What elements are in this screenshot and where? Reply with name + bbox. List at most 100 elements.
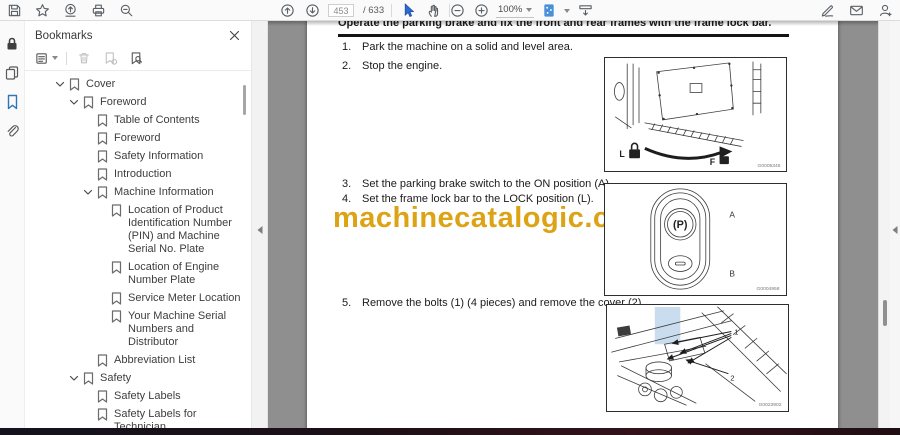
bolts-cover-diagram: 1 2 G0023902 [611, 306, 787, 408]
bookmarks-scrollbar-thumb[interactable] [243, 85, 246, 115]
attachments-panel-button[interactable] [4, 122, 21, 139]
bookmark-label: Location of Product Identification Numbe… [128, 204, 232, 255]
add-bookmark-button[interactable] [101, 49, 119, 67]
bookmark-item-safety-section[interactable]: Safety [25, 370, 251, 388]
bookmark-item-toc[interactable]: Table of Contents [25, 112, 251, 130]
figure-label-a: A [729, 209, 735, 219]
doc-horizontal-rule [338, 34, 789, 37]
bookmark-item-safety-labels[interactable]: Safety Labels [25, 388, 251, 406]
chevron-down-icon[interactable] [55, 79, 65, 90]
page-view-mode-button[interactable] [540, 2, 558, 20]
favorite-button[interactable] [33, 2, 51, 20]
step-number: 5. [342, 297, 352, 309]
search-icon [120, 4, 132, 17]
bookmark-icon [7, 94, 17, 109]
previous-page-icon [280, 4, 294, 17]
collapse-right-panel-handle[interactable] [890, 21, 900, 428]
bookmark-item-safety-information[interactable]: Safety Information [25, 148, 251, 166]
bookmark-icon [97, 186, 108, 199]
sign-button[interactable] [818, 2, 836, 20]
chevron-down-icon[interactable] [83, 187, 93, 198]
figure-id: G0005345 [758, 163, 781, 169]
select-tool-button[interactable] [399, 2, 417, 20]
zoom-in-button[interactable] [472, 2, 490, 20]
step-number: 3. [342, 178, 352, 190]
account-button[interactable] [876, 2, 894, 20]
chevron-down-icon[interactable] [69, 373, 79, 384]
bookmark-icon [97, 408, 108, 421]
hand-tool-button[interactable] [424, 2, 442, 20]
bookmark-label: Safety Labels for Technician [114, 408, 197, 428]
doc-step: 1. Park the machine on a solid and level… [342, 41, 573, 53]
locate-bookmark-button[interactable] [127, 49, 145, 67]
bookmark-item-safety-labels-technician[interactable]: Safety Labels for Technician [25, 406, 251, 428]
previous-page-button[interactable] [278, 2, 296, 20]
bookmark-options-button[interactable] [34, 49, 58, 67]
step-text: Remove the bolts (1) (4 pieces) and remo… [362, 297, 645, 309]
bookmark-label: Cover [86, 78, 116, 90]
pages-panel-button[interactable] [4, 64, 21, 81]
sign-pen-icon [821, 5, 833, 17]
zoom-out-button[interactable] [448, 2, 466, 20]
doc-step: 5. Remove the bolts (1) (4 pieces) and r… [342, 297, 644, 309]
close-panel-button[interactable] [227, 29, 241, 43]
search-button[interactable] [117, 2, 135, 20]
bookmark-label: Safety Information [114, 150, 204, 162]
toolbar-separator [391, 4, 393, 17]
print-button[interactable] [89, 2, 107, 20]
zoom-level-select[interactable]: 100% [496, 3, 535, 18]
delete-bookmark-button[interactable] [75, 49, 93, 67]
bookmark-item-abbreviation-list[interactable]: Abbreviation List [25, 352, 251, 370]
bookmark-item-introduction[interactable]: Introduction [25, 166, 251, 184]
svg-text:(P): (P) [673, 219, 688, 231]
bookmark-item-pin-plate[interactable]: Location of Product Identification Numbe… [25, 202, 251, 259]
pdf-page: Operate the parking brake and fix the fr… [307, 21, 838, 428]
figure-label-free: F [710, 157, 716, 167]
fit-width-button[interactable] [576, 2, 594, 20]
figure-frame-lock-bar: L F G0005345 [604, 57, 787, 172]
bookmarks-panel-button[interactable] [4, 93, 21, 110]
share-button[interactable] [61, 2, 79, 20]
figure-label-2: 2 [730, 374, 734, 383]
chevron-down-icon[interactable] [564, 8, 571, 13]
bookmark-item-serial-numbers[interactable]: Your Machine Serial Numbers and Distribu… [25, 308, 251, 352]
fit-width-icon [579, 5, 592, 16]
bookmark-item-cover[interactable]: Cover [25, 76, 251, 94]
bookmark-label: Safety [100, 372, 132, 384]
pages-icon [5, 65, 19, 80]
bookmark-icon [83, 372, 94, 385]
bookmark-item-foreword[interactable]: Foreword [25, 130, 251, 148]
mail-button[interactable] [847, 2, 865, 20]
vertical-scrollbar[interactable] [878, 21, 890, 428]
bookmark-label: Location of Engine Number Plate [128, 261, 220, 286]
collapse-left-panel-handle[interactable] [252, 21, 268, 428]
document-viewer[interactable]: Operate the parking brake and fix the fr… [268, 21, 878, 428]
frame-lock-bar-diagram: L F G0005345 [614, 61, 781, 169]
bookmark-icon [97, 150, 108, 163]
close-icon [229, 30, 239, 41]
save-button[interactable] [5, 2, 23, 20]
chevron-down-icon[interactable] [69, 97, 79, 108]
navigation-rail [0, 21, 25, 428]
doc-step: 3. Set the parking brake switch to the O… [342, 178, 612, 190]
toolbar-separator [66, 51, 67, 65]
doc-step: 2. Stop the engine. [342, 60, 442, 72]
bookmark-item-service-meter[interactable]: Service Meter Location [25, 290, 251, 308]
page-view-icon [544, 4, 554, 17]
bookmark-item-foreword-section[interactable]: Foreword [25, 94, 251, 112]
bookmark-item-machine-information[interactable]: Machine Information [25, 184, 251, 202]
next-page-button[interactable] [303, 2, 321, 20]
step-number: 1. [342, 41, 352, 53]
scrollbar-thumb[interactable] [883, 300, 887, 326]
page-number-input[interactable]: 453 [328, 4, 354, 17]
security-panel-button[interactable] [4, 35, 21, 52]
star-icon [35, 4, 49, 17]
bookmark-label: Foreword [114, 132, 161, 144]
bookmark-icon [111, 310, 122, 323]
select-tool-icon [404, 3, 415, 17]
bookmark-item-engine-number-plate[interactable]: Location of Engine Number Plate [25, 259, 251, 290]
collapse-left-icon [892, 226, 898, 234]
toolbar-zoom-group: 100% [448, 0, 594, 21]
toolbar-account-group [818, 0, 894, 21]
bookmark-label: Service Meter Location [128, 292, 241, 304]
